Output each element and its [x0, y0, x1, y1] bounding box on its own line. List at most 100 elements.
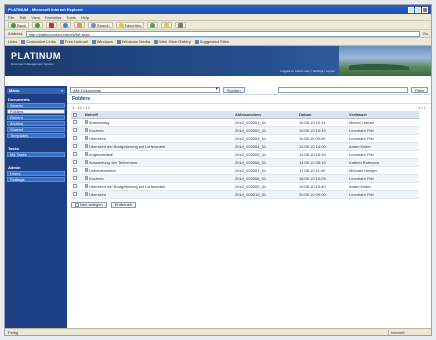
sidebar-item-settings[interactable]: Settings	[7, 177, 65, 182]
checkbox[interactable]	[73, 152, 77, 157]
cell-subject[interactable]: Kurzinfo	[83, 174, 233, 183]
go-button[interactable]: Go	[423, 31, 428, 36]
search-button[interactable]: Suchen	[223, 87, 245, 93]
menu-help[interactable]: Help	[81, 15, 89, 20]
sidebar-item-recent[interactable]: Recent	[7, 115, 65, 120]
sidebar-item-templates[interactable]: Templates	[7, 133, 65, 138]
pager[interactable]: 1 / 1	[418, 104, 426, 111]
cell-date: 19.05.10 13:40	[297, 182, 347, 191]
column-header-reference[interactable]: Aktenzeichen	[233, 111, 297, 119]
checkbox[interactable]	[73, 192, 77, 197]
checkbox[interactable]	[73, 168, 77, 173]
table-row[interactable]: Übersicht 2010_000010_01 20.05.10 09:00 Leo…	[71, 190, 419, 199]
cell-date: 12.05.10 14:00	[297, 142, 347, 151]
cell-subject[interactable]: Kurzinfo	[83, 126, 233, 135]
search-input[interactable]	[277, 87, 409, 93]
user-info[interactable]: Logged in: Admin user | Settings | Logou…	[280, 69, 335, 73]
table-row[interactable]: Anmeldung 2010_000001_01 10.05.10 10:11 Mic…	[71, 118, 419, 127]
cell-subject[interactable]: Übersicht der Budgetierung mit Lieferant…	[83, 182, 233, 191]
row-select-cell[interactable]	[71, 150, 83, 159]
link-item[interactable]: Windows	[91, 39, 113, 44]
sidebar-item-search[interactable]: Search	[7, 103, 65, 108]
row-select-cell[interactable]	[71, 166, 83, 175]
document-icon	[85, 152, 88, 157]
row-select-cell[interactable]	[71, 158, 83, 167]
address-input[interactable]: http://platinum/documents/list.aspx	[25, 30, 420, 37]
cell-subject[interactable]: Dokumentation	[83, 166, 233, 175]
row-select-cell[interactable]	[71, 134, 83, 143]
checkbox[interactable]	[73, 112, 77, 117]
sidebar-section-title: Documents	[8, 97, 30, 102]
collapse-icon[interactable]: «	[61, 88, 63, 94]
row-select-cell[interactable]	[71, 118, 83, 127]
cell-date: 11.05.10 09:20	[297, 134, 347, 143]
link-item[interactable]: Web Slice Gallery	[154, 39, 191, 44]
select-all-header[interactable]	[71, 111, 83, 119]
delete-button[interactable]: Entfernen	[110, 201, 137, 208]
print-button[interactable]	[175, 22, 187, 28]
cell-reference: 2010_000004_01	[233, 142, 297, 151]
table-row[interactable]: Kurzinfo 2010_000008_01 18.05.10 10:05 Leon…	[71, 174, 419, 183]
mail-button[interactable]	[161, 22, 173, 28]
sidebar-item-users[interactable]: Users	[7, 171, 65, 176]
menu-tools[interactable]: Tools	[66, 15, 75, 20]
cell-author: Leonhard Piel	[347, 150, 419, 159]
checkbox[interactable]	[73, 136, 77, 141]
sidebar-item-my-tasks[interactable]: My Tasks	[7, 152, 65, 157]
back-button[interactable]: Back	[8, 22, 29, 28]
search-button[interactable]: Search	[87, 22, 113, 28]
table-row[interactable]: Auswertung der Teilnehmer 2010_000006_01 1…	[71, 158, 419, 167]
table-row[interactable]: Kurzinfo 2010_000002_01 10.05.10 10:45 Leon…	[71, 126, 419, 135]
table-row[interactable]: Dokumentation 2010_000007_01 17.05.10 11:0…	[71, 166, 419, 175]
favorites-button[interactable]: Favorites	[115, 22, 145, 28]
close-button[interactable]	[422, 6, 428, 13]
refresh-button[interactable]	[59, 22, 71, 28]
row-select-cell[interactable]	[71, 182, 83, 191]
menu-view[interactable]: View	[31, 15, 40, 20]
checkbox[interactable]	[73, 128, 77, 133]
menu-favorites[interactable]: Favorites	[45, 15, 61, 20]
table-row[interactable]: Angebotsliste 2010_000005_01 12.05.10 15:3…	[71, 150, 419, 159]
cell-subject[interactable]: Anmeldung	[83, 118, 233, 127]
table-row[interactable]: Übersicht 2010_000003_01 11.05.10 09:20 Leo…	[71, 134, 419, 143]
column-header-subject[interactable]: Betreff	[83, 111, 233, 119]
filter-button[interactable]: Filter	[411, 87, 428, 93]
link-item[interactable]: Windows Media	[116, 39, 150, 44]
cell-subject[interactable]: Übersicht	[83, 134, 233, 143]
checkbox[interactable]	[73, 176, 77, 181]
cell-subject[interactable]: Angebotsliste	[83, 150, 233, 159]
column-header-date[interactable]: Datum	[297, 111, 347, 119]
checkbox[interactable]	[73, 184, 77, 189]
sidebar-item-folders[interactable]: Folders	[7, 109, 65, 114]
sidebar-item-archive[interactable]: Archive	[7, 121, 65, 126]
checkbox[interactable]	[73, 120, 77, 125]
checkbox[interactable]	[73, 144, 77, 149]
row-select-cell[interactable]	[71, 142, 83, 151]
home-button[interactable]	[73, 22, 85, 28]
cell-subject[interactable]: Übersicht der Budgetierung mit Lieferant…	[83, 142, 233, 151]
scope-select[interactable]: Alle Dokumente	[70, 87, 220, 93]
forward-button[interactable]	[31, 22, 43, 28]
column-header-author[interactable]: Verfasser	[347, 111, 419, 119]
checkbox[interactable]	[73, 160, 77, 165]
table-row[interactable]: Übersicht der Budgetierung mit Lieferant…	[71, 182, 419, 191]
menu-file[interactable]: File	[8, 15, 14, 20]
menu-edit[interactable]: Edit	[19, 15, 26, 20]
row-select-cell[interactable]	[71, 126, 83, 135]
history-button[interactable]	[147, 22, 159, 28]
row-select-cell[interactable]	[71, 190, 83, 199]
cell-reference: 2010_000009_01	[233, 182, 297, 191]
row-select-cell[interactable]	[71, 174, 83, 183]
maximize-button[interactable]	[415, 6, 421, 13]
link-item[interactable]: Free Hotmail	[59, 39, 88, 44]
new-button[interactable]: Neu anlegen	[71, 201, 107, 208]
stop-button[interactable]	[45, 22, 57, 28]
link-item[interactable]: Customize Links	[21, 39, 56, 44]
checkbox[interactable]	[75, 202, 79, 207]
link-item[interactable]: Suggested Sites	[194, 39, 229, 44]
cell-subject[interactable]: Auswertung der Teilnehmer	[83, 158, 233, 167]
table-row[interactable]: Übersicht der Budgetierung mit Lieferant…	[71, 142, 419, 151]
sidebar-item-shared[interactable]: Shared	[7, 127, 65, 132]
minimize-button[interactable]	[408, 6, 414, 13]
cell-subject[interactable]: Übersicht	[83, 190, 233, 199]
